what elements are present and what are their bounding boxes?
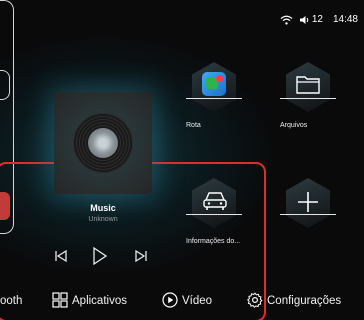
tile-underline (186, 98, 242, 99)
volume-level: 12 (311, 14, 323, 25)
nav-settings[interactable]: Configurações (247, 291, 342, 311)
app-label-rota: Rota (186, 122, 201, 129)
next-icon[interactable] (134, 249, 148, 268)
play-circle-icon (162, 291, 178, 311)
wifi-icon (280, 15, 293, 25)
maps-icon (202, 72, 226, 96)
vinyl-label (88, 128, 118, 158)
nav-bluetooth[interactable]: ooth (0, 292, 22, 310)
app-label-informacoes: Informações do... (186, 238, 241, 245)
app-tile-rota[interactable] (186, 62, 242, 120)
track-artist: Unknown (88, 216, 118, 223)
nav-apps-label: Aplicativos (72, 295, 127, 307)
app-tile-add[interactable] (280, 178, 336, 236)
folder-icon (296, 74, 320, 99)
side-card-handle[interactable] (0, 70, 10, 100)
add-icon (297, 191, 319, 218)
volume-icon: 12 (299, 14, 323, 25)
nav-apps[interactable]: Aplicativos (52, 291, 127, 311)
app-tile-informacoes[interactable] (186, 178, 242, 236)
vinyl-record (73, 113, 133, 173)
nav-video-label: Vídeo (182, 295, 213, 307)
grid-icon (52, 291, 68, 311)
clock: 14:48 (332, 14, 358, 25)
play-icon[interactable] (92, 246, 108, 270)
app-tile-arquivos[interactable] (280, 62, 336, 120)
nav-bluetooth-label: ooth (0, 295, 23, 307)
previous-icon[interactable] (54, 249, 68, 268)
album-art[interactable] (34, 72, 172, 214)
car-icon (202, 190, 228, 217)
gear-icon (247, 291, 263, 311)
status-bar: 12 14:48 (280, 14, 358, 25)
track-title: Music (90, 203, 116, 213)
nav-video[interactable]: Vídeo (162, 291, 213, 311)
app-label-arquivos: Arquivos (280, 122, 308, 129)
nav-settings-label: Configurações (267, 295, 342, 307)
